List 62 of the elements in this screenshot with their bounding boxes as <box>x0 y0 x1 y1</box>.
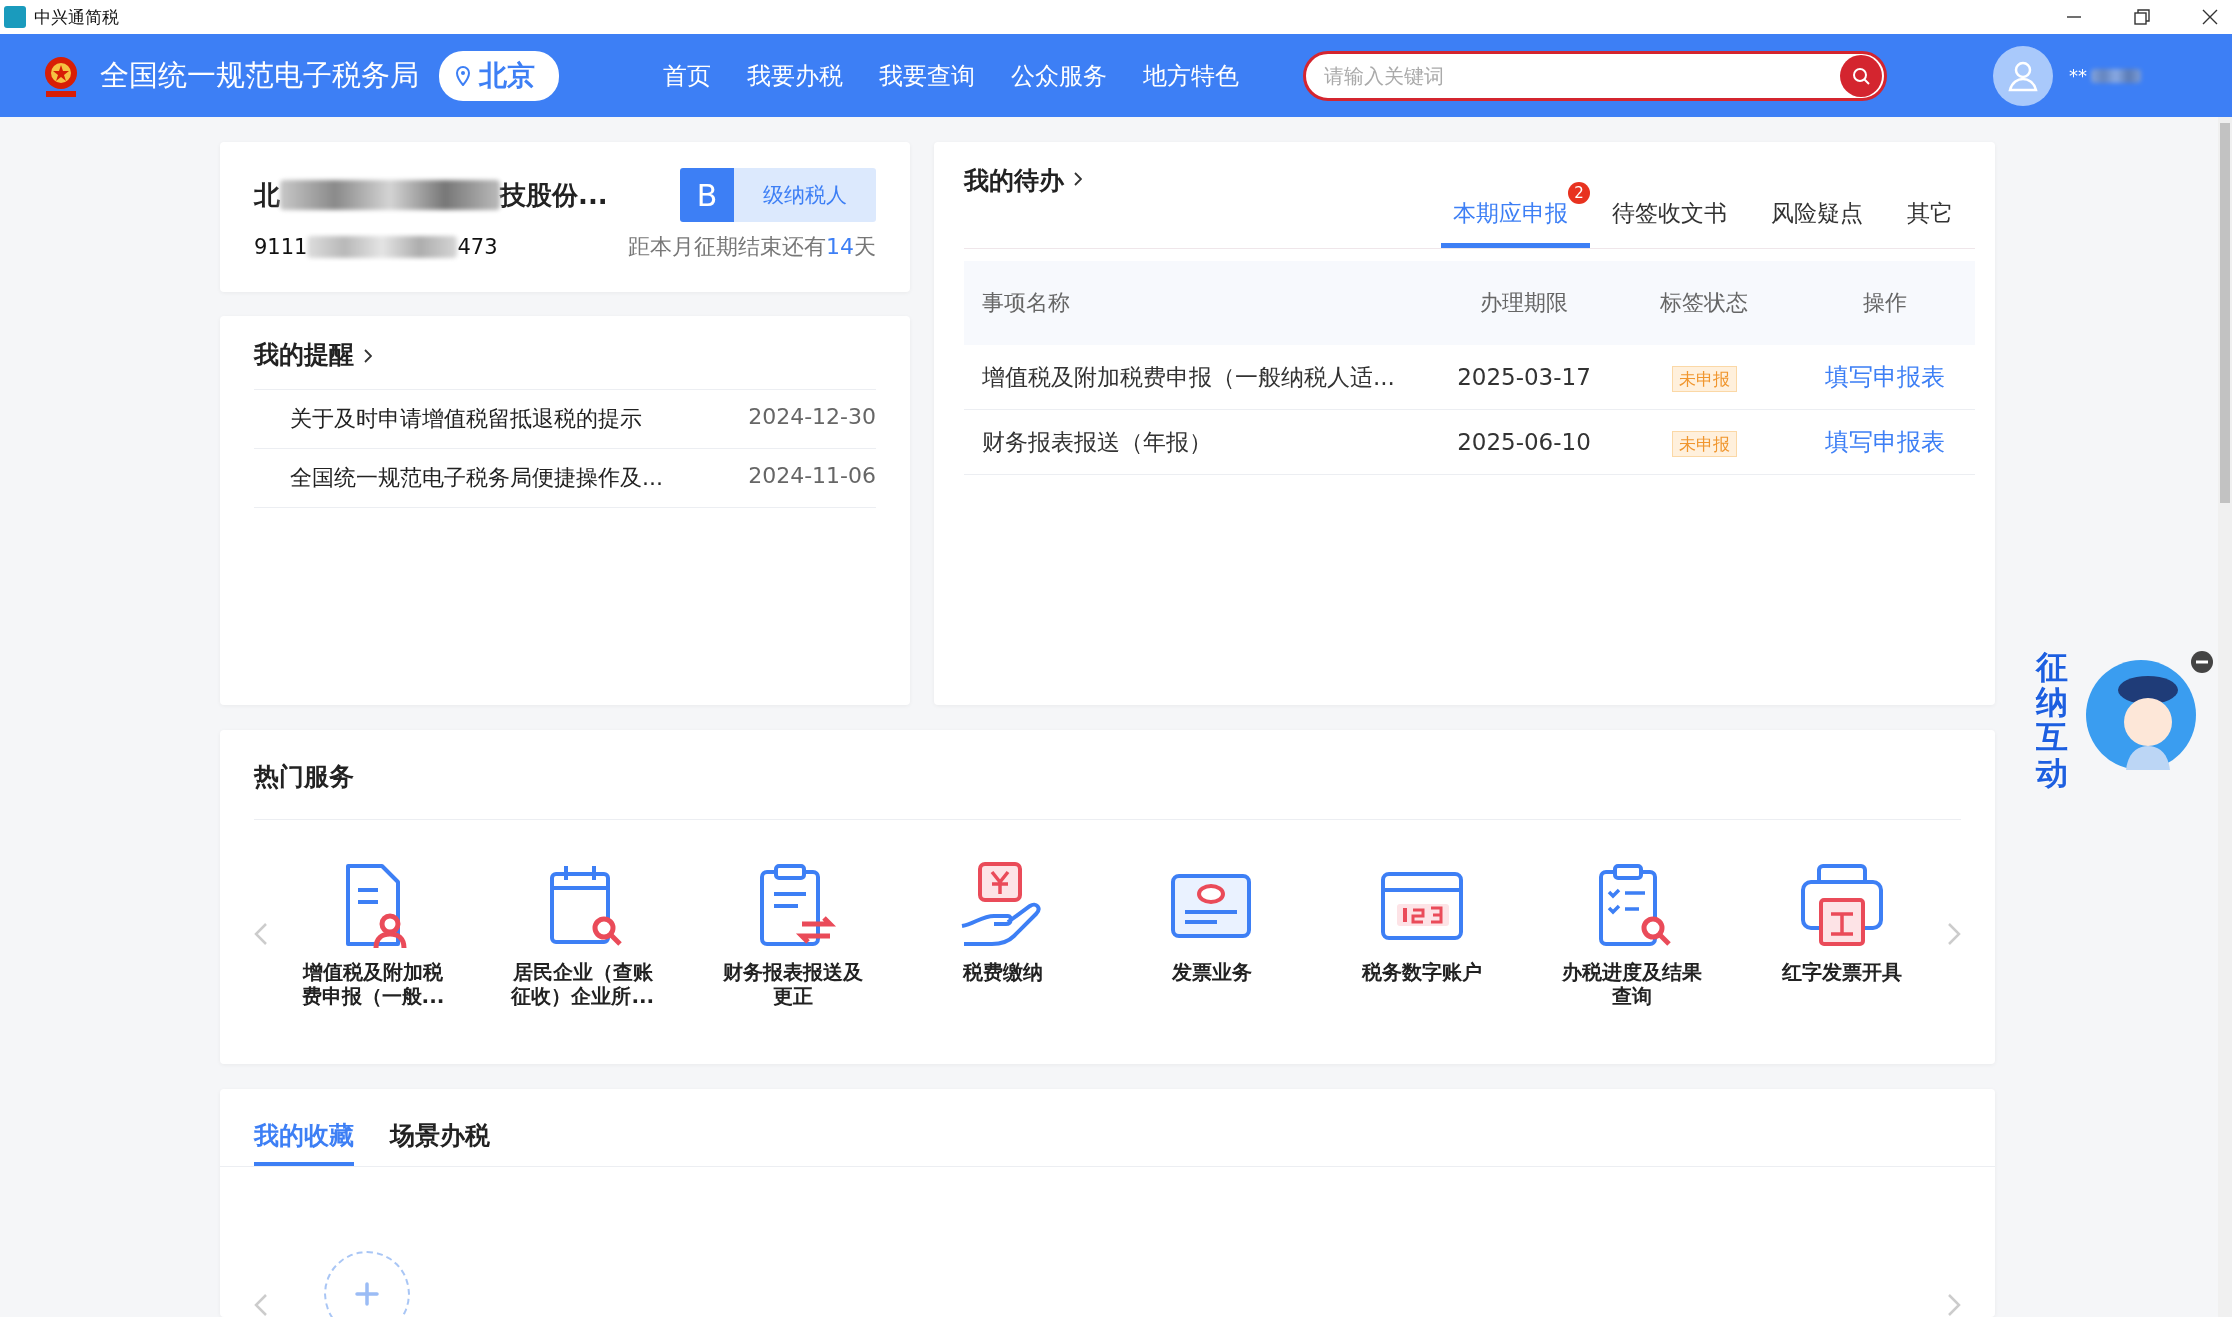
tab[interactable]: 其它 <box>1895 182 1975 248</box>
table-cell-text: 财务报表报送（年报） <box>981 427 1213 457</box>
table-cell-text: 增值税及附加税费申报（一般纳税人适... <box>981 362 1396 392</box>
company-name: 北 <box>254 178 280 212</box>
count-badge: 2 <box>1568 182 1590 204</box>
deadline-text: 距本月征期结束还有14天 <box>628 233 876 261</box>
search-input[interactable]: 请输入关键词 <box>1322 62 1840 89</box>
pin-icon <box>455 65 471 86</box>
service-label[interactable]: 红字发票开具 <box>1770 960 1915 984</box>
section-title: 热门服务 <box>254 760 1961 820</box>
service-label[interactable]: 办税进度及结果查询 <box>1560 960 1705 1008</box>
service-label[interactable]: 增值税及附加税费申报（一般... <box>300 960 445 1008</box>
reminder-date: 2024-11-06 <box>748 463 876 490</box>
reminder-date: 2024-12-30 <box>748 404 876 431</box>
scrollbar[interactable] <box>2218 117 2232 1317</box>
tab[interactable]: 风险疑点 <box>1759 182 1885 248</box>
nav-link[interactable]: 我要办税 <box>747 59 843 92</box>
service-label[interactable]: 税费缴纳 <box>930 960 1075 984</box>
search-button[interactable] <box>1840 54 1882 97</box>
service-label[interactable]: 税务数字账户 <box>1350 960 1495 984</box>
section-title-link[interactable]: 我的待办 <box>964 164 1064 197</box>
app-logo-icon <box>4 6 26 28</box>
nav-link[interactable]: 地方特色 <box>1143 59 1239 92</box>
status-tag: 未申报 <box>1671 365 1737 392</box>
reminder-link[interactable]: 全国统一规范电子税务局便捷操作及... <box>290 463 663 493</box>
status-tag: 未申报 <box>1671 430 1737 457</box>
service-label[interactable]: 居民企业（查账征收）企业所... <box>510 960 655 1008</box>
nav-link[interactable]: 我要查询 <box>879 59 975 92</box>
service-label[interactable]: 发票业务 <box>1140 960 1285 984</box>
restore-icon[interactable] <box>2132 7 2152 27</box>
window-title: 中兴通简税 <box>34 5 119 29</box>
nav-link[interactable]: 首页 <box>663 59 711 92</box>
action-link[interactable]: 填写申报表 <box>1824 363 1945 391</box>
tab[interactable]: 我的收藏 <box>254 1119 354 1166</box>
site-title: 全国统一规范电子税务局 <box>100 56 419 94</box>
collapse-icon[interactable] <box>2190 650 2214 674</box>
company-name: 技股份... <box>500 178 608 212</box>
table-cell-text: 2025-03-17 <box>1456 364 1592 390</box>
location-selector[interactable]: 北京 <box>439 50 559 101</box>
table-cell-text: 2025-06-10 <box>1456 429 1592 455</box>
user-name[interactable]: ** <box>2069 65 2087 86</box>
tab[interactable]: 本期应申报 2 <box>1441 182 1590 248</box>
column-header: 事项名称 <box>981 289 1071 317</box>
reminder-link[interactable]: 关于及时申请增值税留抵退税的提示 <box>290 404 642 434</box>
chevron-right-icon[interactable] <box>1074 172 1082 186</box>
tax-id: 9111 <box>254 235 308 259</box>
search-icon <box>1851 65 1871 86</box>
tax-id: 473 <box>457 235 498 259</box>
close-icon[interactable] <box>2200 7 2220 27</box>
nav-link[interactable]: 公众服务 <box>1011 59 1107 92</box>
plus-icon <box>352 1279 382 1309</box>
tab[interactable]: 待签收文书 <box>1600 182 1749 248</box>
service-label[interactable]: 财务报表报送及更正 <box>720 960 865 1008</box>
search-bar[interactable]: 请输入关键词 <box>1303 50 1887 101</box>
chevron-right-icon[interactable] <box>364 349 372 363</box>
section-title-link[interactable]: 我的提醒 <box>254 340 354 369</box>
action-link[interactable]: 填写申报表 <box>1824 428 1945 456</box>
column-header: 操作 <box>1861 289 1908 317</box>
column-header: 办理期限 <box>1479 289 1569 317</box>
column-header: 标签状态 <box>1659 289 1749 317</box>
blurred-text <box>2091 68 2141 83</box>
tab[interactable]: 场景办税 <box>390 1119 490 1166</box>
